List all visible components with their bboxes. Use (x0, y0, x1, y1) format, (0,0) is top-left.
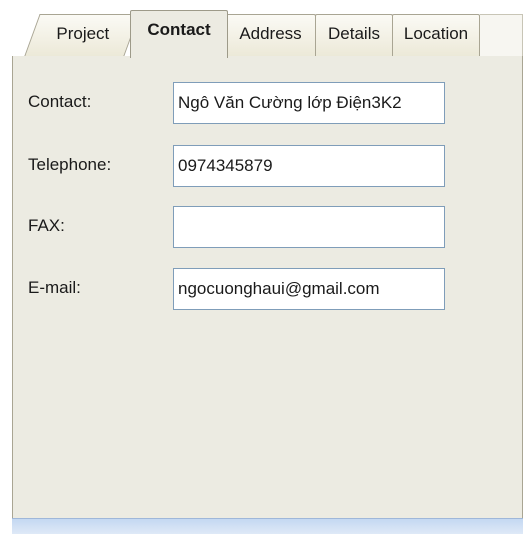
tab-contact[interactable]: Contact (130, 10, 228, 58)
telephone-label: Telephone: (28, 155, 112, 174)
tab-project[interactable]: Project (24, 14, 140, 56)
telephone-field[interactable] (173, 145, 445, 187)
fax-field[interactable] (173, 206, 445, 248)
contact-tab-panel: Contact: Telephone: FAX: E-mail: (12, 56, 523, 518)
tab-strip: Project Contact Address Details Location (12, 0, 523, 58)
email-field[interactable] (173, 268, 445, 310)
tab-details-label: Details (328, 24, 380, 43)
tab-location[interactable]: Location (392, 14, 480, 56)
telephone-row: Telephone: (13, 145, 522, 187)
contact-row: Contact: (13, 82, 522, 124)
contact-label: Contact: (28, 92, 92, 111)
email-label: E-mail: (28, 278, 81, 297)
tab-location-label: Location (403, 24, 469, 43)
tab-project-label: Project (55, 24, 109, 43)
tab-strip-filler (480, 14, 523, 56)
contact-properties-dialog: Project Contact Address Details Location… (0, 0, 523, 534)
fax-row: FAX: (13, 206, 522, 248)
contact-field[interactable] (173, 82, 445, 124)
tab-contact-label: Contact (147, 20, 211, 39)
email-row: E-mail: (13, 268, 522, 310)
tab-address-label: Address (239, 24, 302, 43)
bottom-scrollbar[interactable] (12, 518, 523, 534)
tab-details[interactable]: Details (315, 14, 393, 56)
tab-address[interactable]: Address (226, 14, 316, 56)
fax-label: FAX: (28, 216, 65, 235)
